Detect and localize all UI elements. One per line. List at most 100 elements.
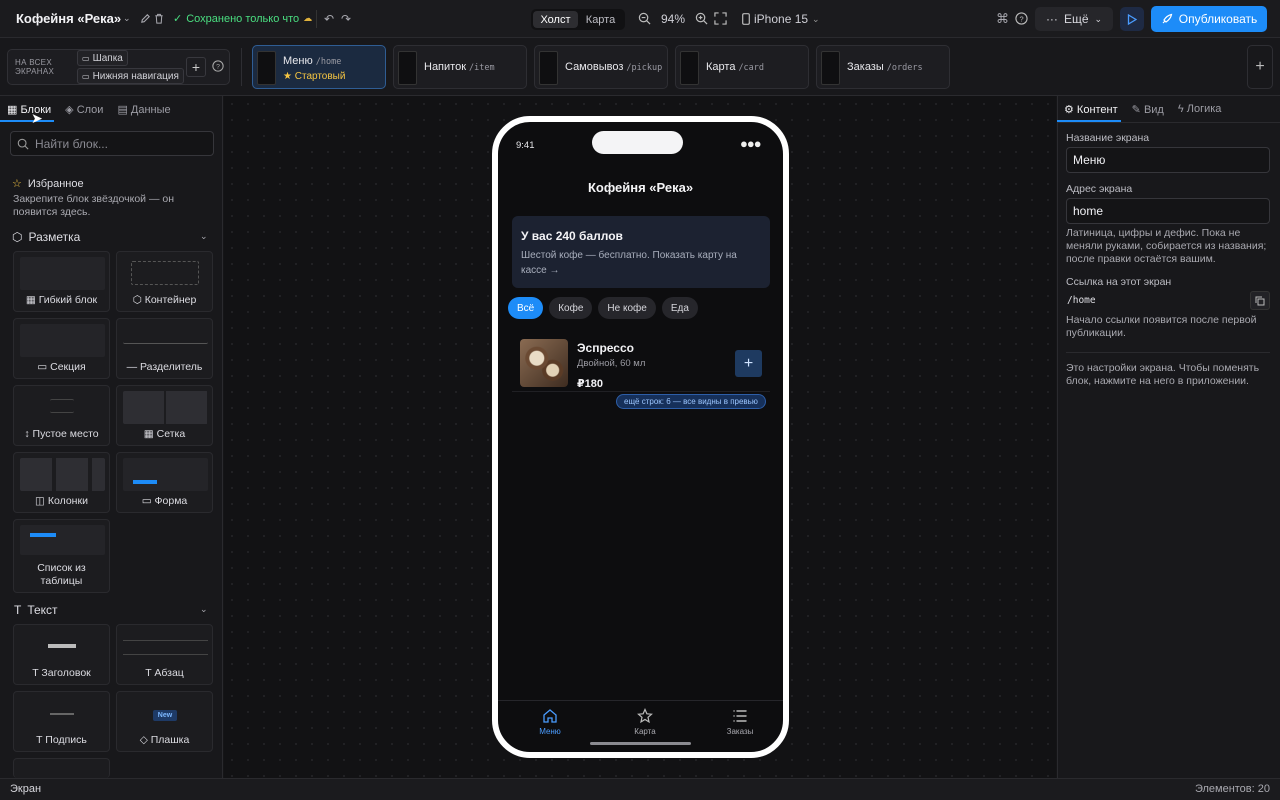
block-spacer[interactable]: ↕ Пустое место <box>13 385 110 446</box>
chip-all[interactable]: Всё <box>508 297 544 319</box>
help-icon[interactable]: ? <box>1015 12 1028 25</box>
redo-icon[interactable]: ↷ <box>341 12 351 26</box>
search-icon <box>17 138 29 150</box>
block-label: T Абзац <box>145 667 184 679</box>
menu-item-row[interactable]: Эспрессо Двойной, 60 мл ₽180 + <box>512 328 770 392</box>
chip-not-coffee[interactable]: Не кофе <box>598 297 656 319</box>
screen-card-title: Заказы/orders <box>847 61 923 73</box>
block-paragraph[interactable]: T Абзац <box>116 624 213 685</box>
add-shared-part-button[interactable]: + <box>186 57 206 77</box>
screen-name-label: Название экрана <box>1066 132 1150 144</box>
block-preview <box>123 630 208 663</box>
block-list-from-table[interactable]: Список из таблицы <box>13 519 110 593</box>
chevron-down-icon[interactable]: ⌄ <box>200 231 208 242</box>
category-chips: Всё Кофе Не кофе Еда <box>508 297 698 319</box>
section-text-heading[interactable]: T Текст <box>14 603 58 617</box>
command-icon[interactable]: ⌘ <box>996 11 1009 27</box>
block-heading[interactable]: T Заголовок <box>13 624 110 685</box>
fit-screen-icon[interactable] <box>714 12 727 25</box>
chevron-down-icon[interactable]: ⌄ <box>123 13 131 24</box>
tab-data[interactable]: ▤ Данные <box>117 103 170 116</box>
chevron-down-icon[interactable]: ⌄ <box>200 604 208 615</box>
block-caption[interactable]: T Подпись <box>13 691 110 752</box>
tab-blocks[interactable]: ▦ Блоки <box>7 103 51 116</box>
screen-card-orders[interactable]: Заказы/orders <box>816 45 950 89</box>
screen-card-home[interactable]: Меню/home ★ Стартовый <box>252 45 386 89</box>
block-container[interactable]: ⬡ Контейнер <box>116 251 213 312</box>
block-columns[interactable]: ◫ Колонки <box>13 452 110 513</box>
app-title[interactable]: Кофейня «Река» <box>16 11 121 26</box>
screen-thumbnail <box>539 51 558 85</box>
home-icon <box>543 709 557 723</box>
publish-button[interactable]: Опубликовать <box>1151 6 1267 32</box>
screen-thumbnail <box>257 51 276 85</box>
preview-button[interactable] <box>1120 7 1144 31</box>
add-screen-button[interactable]: + <box>1247 45 1273 89</box>
status-bar <box>0 778 1280 800</box>
block-preview <box>131 261 199 285</box>
block-grid[interactable]: ▦ Сетка <box>116 385 213 446</box>
screen-thumbnail <box>398 51 417 85</box>
new-badge: New <box>153 710 177 721</box>
link-value: /home <box>1067 295 1096 306</box>
nav-label: Заказы <box>726 727 754 736</box>
link-hint: Начало ссылки появится после первой публ… <box>1066 314 1257 339</box>
tab-layers[interactable]: ◈ Слои <box>65 103 103 116</box>
svg-text:?: ? <box>1019 14 1023 23</box>
add-to-cart-button[interactable]: + <box>735 350 762 377</box>
shared-part-bottom-nav[interactable]: ▭ Нижняя навигация <box>77 68 184 84</box>
tab-content[interactable]: ⚙ Контент <box>1064 103 1118 116</box>
section-layout-heading[interactable]: ⬡ Разметка <box>12 230 80 244</box>
zoom-in-icon[interactable] <box>695 12 708 25</box>
points-card[interactable]: У вас 240 баллов Шестой кофе — бесплатно… <box>512 216 770 288</box>
block-label: ▭ Форма <box>141 495 188 507</box>
chevron-down-icon: ⌄ <box>1094 13 1103 24</box>
chip-coffee[interactable]: Кофе <box>549 297 593 319</box>
layout-icon: ▭ <box>82 53 90 63</box>
dynamic-island <box>592 131 683 154</box>
svg-text:?: ? <box>216 64 220 71</box>
trash-icon[interactable] <box>154 13 164 24</box>
search-placeholder: Найти блок... <box>35 136 108 151</box>
block-preview <box>123 391 208 424</box>
tab-canvas[interactable]: Холст <box>533 11 578 28</box>
screen-card-item[interactable]: Напиток/item <box>393 45 527 89</box>
block-search-input[interactable]: Найти блок... <box>10 131 214 156</box>
tab-view[interactable]: ✎ Вид <box>1132 103 1164 116</box>
copy-link-button[interactable] <box>1250 291 1270 310</box>
shared-part-label: Нижняя навигация <box>92 70 179 82</box>
block-flex[interactable]: ▦ Гибкий блок <box>13 251 110 312</box>
nav-orders[interactable]: Заказы <box>718 708 762 736</box>
edit-icon[interactable] <box>140 13 151 24</box>
screen-card-pickup[interactable]: Самовывоз/pickup <box>534 45 668 89</box>
tab-map[interactable]: Карта <box>578 11 623 28</box>
star-icon: ☆ <box>12 178 22 190</box>
device-select[interactable]: iPhone 15 ⌄ <box>742 12 820 26</box>
zoom-out-icon[interactable] <box>638 12 651 25</box>
cloud-off-icon: ☁ <box>303 13 313 23</box>
block-badge[interactable]: New ◇ Плашка <box>116 691 213 752</box>
chip-food[interactable]: Еда <box>661 297 698 319</box>
block-section[interactable]: ▭ Секция <box>13 318 110 379</box>
nav-label: Меню <box>539 727 561 736</box>
block-form[interactable]: ▭ Форма <box>116 452 213 513</box>
undo-icon[interactable]: ↶ <box>324 12 334 26</box>
more-button[interactable]: ··· Ещё ⌄ <box>1035 7 1113 31</box>
nav-menu[interactable]: Меню <box>528 708 572 736</box>
block-preview <box>50 399 74 413</box>
nav-card[interactable]: Карта <box>623 708 667 736</box>
bottom-nav-divider <box>498 700 783 701</box>
shared-part-header[interactable]: ▭ Шапка <box>77 50 128 66</box>
block-label: ⬡ Контейнер <box>132 294 197 306</box>
block-preview <box>20 630 105 663</box>
screen-card-card[interactable]: Карта/card <box>675 45 809 89</box>
screen-name-input[interactable]: Меню <box>1066 147 1270 173</box>
help-icon[interactable]: ? <box>212 60 224 72</box>
tab-logic[interactable]: ϟ Логика <box>1178 103 1222 116</box>
right-panel-tabs: ⚙ Контент ✎ Вид ϟ Логика <box>1064 103 1221 116</box>
caption-preview <box>50 713 74 715</box>
block-divider[interactable]: — Разделитель <box>116 318 213 379</box>
screen-address-input[interactable]: home <box>1066 198 1270 224</box>
save-status: ✓ Сохранено только что ☁ <box>173 12 313 26</box>
block-more[interactable] <box>13 758 110 778</box>
